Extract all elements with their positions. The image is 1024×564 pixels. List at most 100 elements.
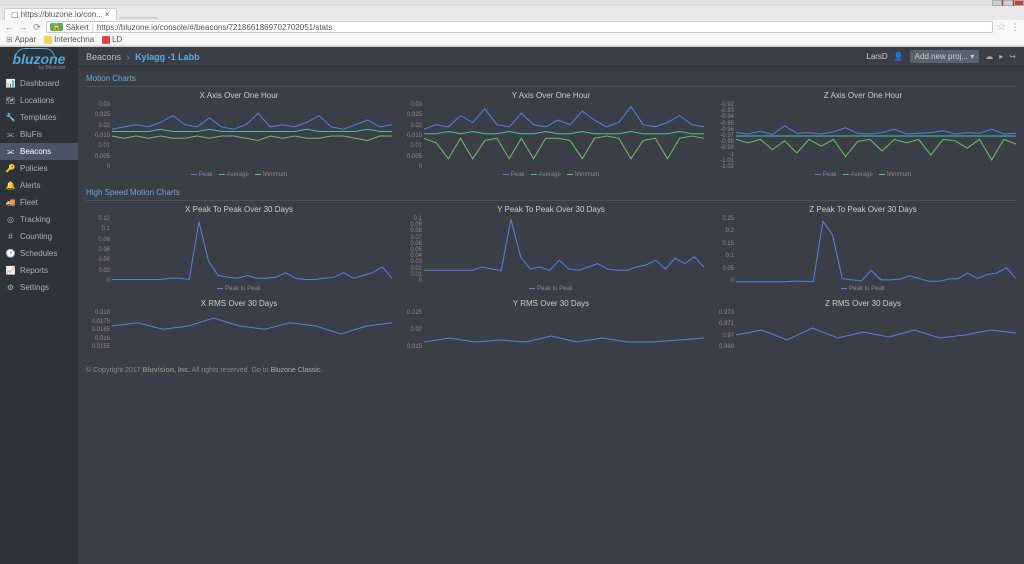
chart-legend: Peak to Peak [398, 286, 704, 292]
y-tick: 0.02 [410, 123, 422, 129]
legend-peak[interactable]: Peak [191, 172, 213, 178]
content[interactable]: Motion Charts X Axis Over One Hour0.030.… [78, 67, 1024, 564]
sidebar-item-fleet[interactable]: 🚚Fleet [0, 194, 78, 211]
plot-area[interactable] [424, 102, 704, 170]
topbar: Beacons › Kylagg -1 Labb LarsD 👤 Add new… [78, 47, 1024, 67]
bookmark-intertechna[interactable]: Intertechna [44, 35, 94, 44]
footer: © Copyright 2017 Bluvision, Inc. All rig… [86, 361, 1016, 380]
y-tick: 0.08 [98, 237, 110, 243]
y-tick: -1.02 [720, 164, 734, 170]
browser-tab-1[interactable]: ▢ https://bluzone.io/con... × [4, 8, 117, 20]
logo[interactable]: bluzone by Bluvision [0, 47, 78, 75]
sidebar-item-beacons[interactable]: ⫘Beacons [0, 143, 78, 160]
sidebar-item-templates[interactable]: 🔧Templates [0, 109, 78, 126]
legend-p2p[interactable]: Peak to Peak [841, 286, 885, 292]
address-bar[interactable]: 🔒 Säkert | https://bluzone.io/console/#/… [46, 21, 993, 33]
sidebar-item-settings[interactable]: ⚙Settings [0, 279, 78, 296]
y-tick: 0.06 [98, 247, 110, 253]
y-tick: 0.09 [410, 222, 422, 228]
sidebar-item-alerts[interactable]: 🔔Alerts [0, 177, 78, 194]
plot-area[interactable] [736, 216, 1016, 284]
sidebar-item-policies[interactable]: 🔑Policies [0, 160, 78, 177]
back-icon[interactable]: ← [4, 22, 14, 32]
footer-link[interactable]: Bluzone Classic. [271, 367, 323, 374]
legend-minimum[interactable]: Minimum [255, 172, 287, 178]
sidebar-item-counting[interactable]: #Counting [0, 228, 78, 245]
username[interactable]: LarsD [866, 52, 887, 61]
tab-close-icon[interactable]: × [105, 10, 110, 19]
reload-icon[interactable]: ⟳ [32, 22, 42, 32]
legend-peak[interactable]: Peak [815, 172, 837, 178]
legend-average[interactable]: Average [531, 172, 561, 178]
y-tick: -1.01 [720, 158, 734, 164]
chart-legend: Peak Average Minimum [398, 172, 704, 178]
apps-button[interactable]: ⊞Appar [6, 35, 36, 44]
add-project-button[interactable]: Add new proj... ▾ [910, 50, 980, 63]
bookmark-ld[interactable]: LD [102, 35, 122, 44]
user-icon[interactable]: 👤 [894, 52, 904, 61]
series-minimum [112, 136, 392, 141]
legend-peak[interactable]: Peak [503, 172, 525, 178]
plot-area[interactable] [424, 216, 704, 284]
legend-average[interactable]: Average [219, 172, 249, 178]
legend-p2p[interactable]: Peak to Peak [529, 286, 573, 292]
breadcrumb-current: Kylagg -1 Labb [135, 52, 200, 62]
y-tick: 0.01 [410, 272, 422, 278]
cloud-icon[interactable]: ☁ [985, 52, 993, 61]
y-tick: 0.025 [407, 310, 422, 316]
legend-minimum[interactable]: Minimum [567, 172, 599, 178]
chart-x_p2p: X Peak To Peak Over 30 Days0.120.10.080.… [86, 205, 392, 293]
y-axis: 0.120.10.080.060.040.020 [86, 216, 112, 284]
clock-icon: 🕑 [6, 249, 15, 258]
caret-icon[interactable]: ▸ [999, 52, 1003, 61]
y-tick: -0.93 [720, 108, 734, 114]
y-tick: 0.03 [410, 102, 422, 108]
forward-icon[interactable]: → [18, 22, 28, 32]
sidebar-item-blufis[interactable]: ⫘BluFis [0, 126, 78, 143]
plot-area[interactable] [424, 310, 704, 350]
y-axis: 0.0250.020.015 [398, 310, 424, 350]
sidebar-item-locations[interactable]: 🗺Locations [0, 92, 78, 109]
sidebar-item-schedules[interactable]: 🕑 Schedules [0, 245, 78, 262]
browser-tab-2[interactable] [119, 17, 159, 20]
bookmark-label: Intertechna [54, 35, 94, 44]
motion-chart-row: X Axis Over One Hour0.030.0250.020.0150.… [86, 91, 1016, 179]
window-minimize[interactable] [992, 0, 1002, 6]
tab-title: https://bluzone.io/con... [21, 10, 103, 19]
y-tick: 0.02 [410, 327, 422, 333]
window-close[interactable] [1014, 0, 1024, 6]
y-tick: 0.05 [410, 247, 422, 253]
chart-z_rms: Z RMS Over 30 Days0.9730.9710.970.969 [710, 299, 1016, 355]
window-maximize[interactable] [1003, 0, 1013, 6]
breadcrumb-root[interactable]: Beacons [86, 52, 121, 62]
nav-list: 📊Dashboard🗺Locations🔧Templates⫘BluFis⫘Be… [0, 75, 78, 296]
legend-average[interactable]: Average [843, 172, 873, 178]
legend-minimum[interactable]: Minimum [879, 172, 911, 178]
y-axis: 0.030.0250.020.0150.010.0050 [86, 102, 112, 170]
sidebar-item-label: BluFis [20, 130, 42, 139]
url-text: https://bluzone.io/console/#/beacons/721… [97, 23, 332, 32]
legend-p2p[interactable]: Peak to Peak [217, 286, 261, 292]
chart-title: Y Peak To Peak Over 30 Days [398, 205, 704, 214]
sidebar-item-reports[interactable]: 📈Reports [0, 262, 78, 279]
y-tick: 0.005 [407, 154, 422, 160]
plot-area[interactable] [112, 102, 392, 170]
logout-icon[interactable]: ↪ [1009, 52, 1016, 61]
plot-area[interactable] [736, 310, 1016, 350]
y-tick: 0.969 [719, 344, 734, 350]
plot-area[interactable] [736, 102, 1016, 170]
sidebar-item-label: Tracking [20, 215, 50, 224]
sidebar-item-dashboard[interactable]: 📊Dashboard [0, 75, 78, 92]
y-tick: 0.973 [719, 310, 734, 316]
y-tick: 0.1 [414, 216, 422, 222]
sidebar-item-tracking[interactable]: ◎Tracking [0, 211, 78, 228]
sidebar-item-label: Schedules [20, 249, 57, 258]
star-icon[interactable]: ☆ [997, 22, 1006, 33]
y-axis: 0.0180.01750.01650.0160.0155 [86, 310, 112, 350]
plot-area[interactable] [112, 310, 392, 350]
breadcrumb: Beacons › Kylagg -1 Labb [86, 52, 866, 62]
security-label: Säkert [66, 23, 89, 32]
plot-area[interactable] [112, 216, 392, 284]
y-tick: 0.04 [410, 253, 422, 259]
menu-icon[interactable]: ⋮ [1010, 22, 1020, 32]
